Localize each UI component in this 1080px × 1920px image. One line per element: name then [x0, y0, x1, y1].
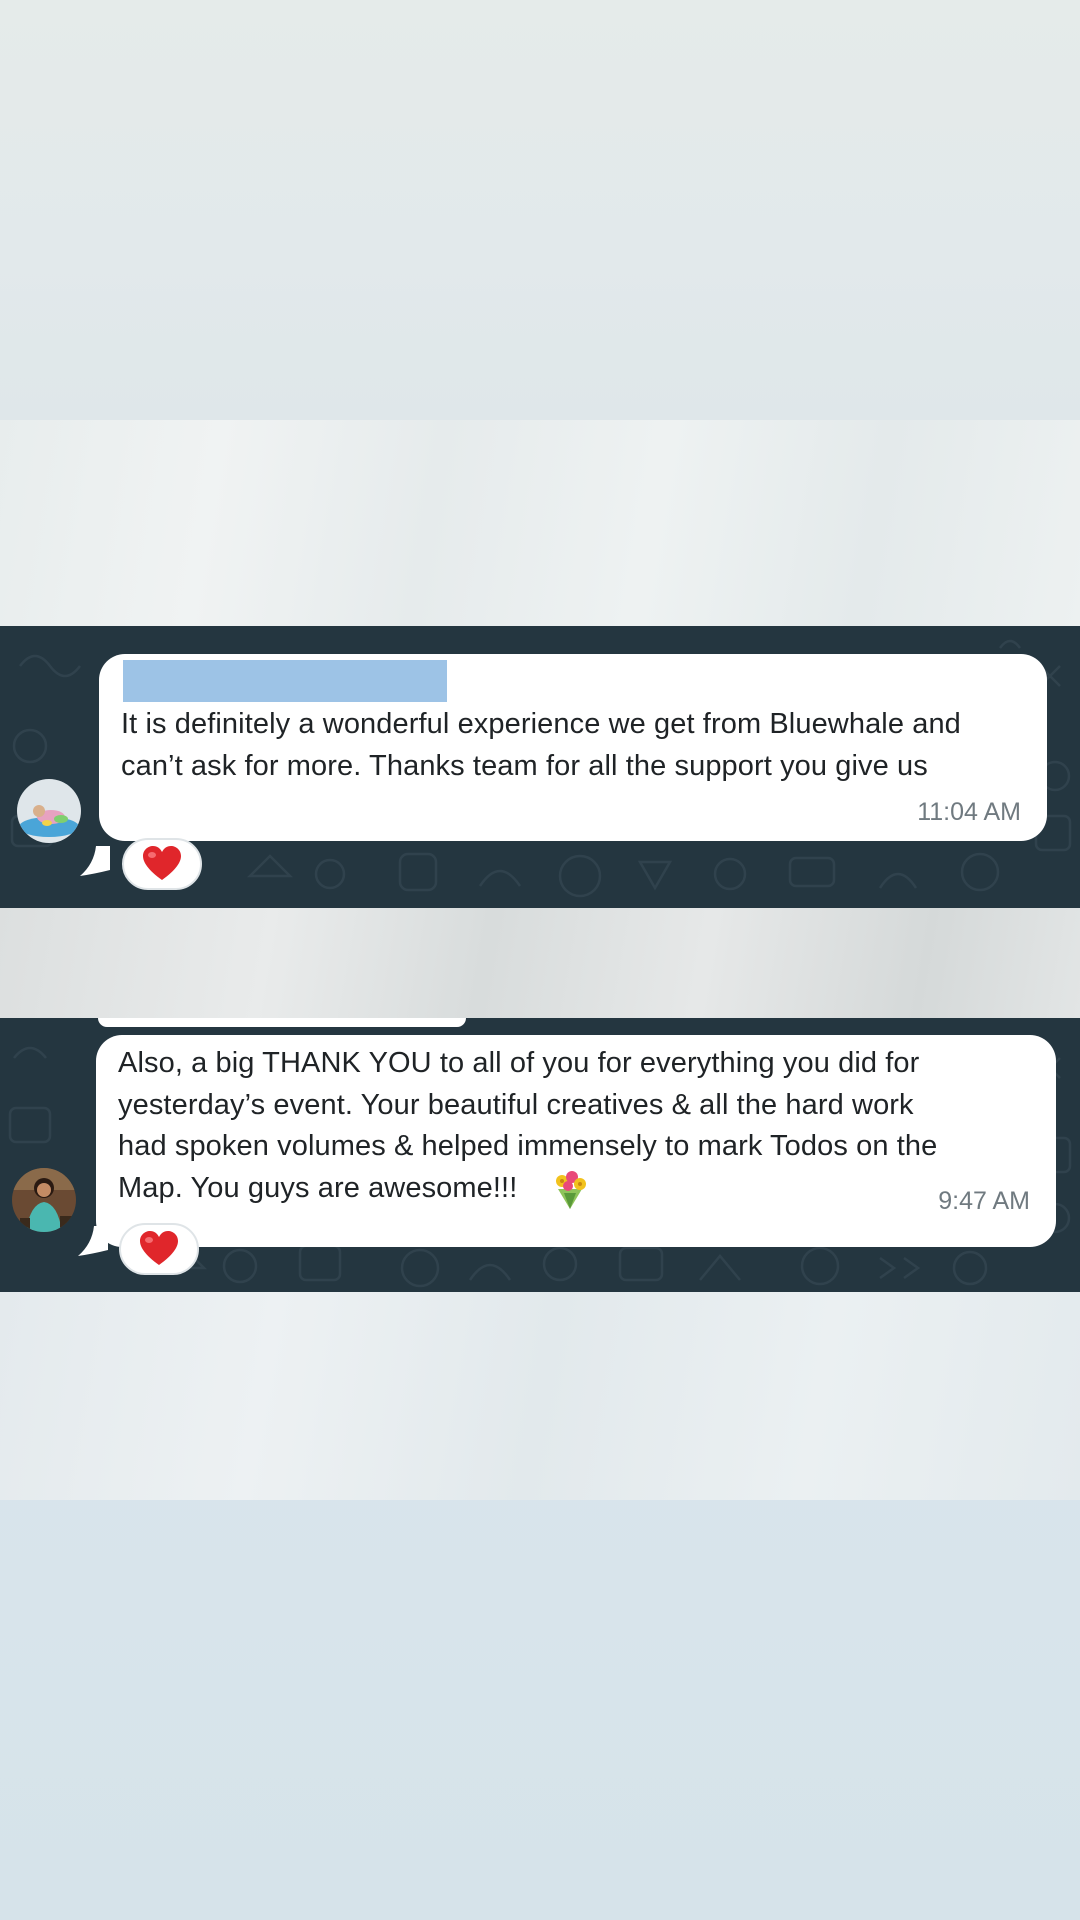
bouquet-icon — [556, 1171, 586, 1209]
bubble-tail — [80, 846, 110, 876]
heart-icon — [143, 846, 181, 880]
redacted-sender-name — [123, 660, 447, 702]
reaction-badge[interactable] — [122, 838, 202, 890]
message-timestamp: 9:47 AM — [938, 1187, 1030, 1215]
message-text: It is definitely a wonderful experience … — [121, 708, 961, 782]
heart-icon — [140, 1231, 178, 1265]
sender-avatar[interactable] — [12, 1168, 76, 1232]
background-paper-band — [0, 908, 1080, 1018]
background-paper-band — [0, 1292, 1080, 1500]
reaction-badge[interactable] — [119, 1223, 199, 1275]
background-top — [0, 0, 1080, 420]
sender-avatar[interactable] — [17, 779, 81, 843]
chat-screenshot-1: It is definitely a wonderful experience … — [0, 626, 1080, 908]
message-bubble[interactable]: It is definitely a wonderful experience … — [99, 654, 1047, 841]
chat-screenshot-2: Also, a big THANK YOU to all of you for … — [0, 1018, 1080, 1292]
background-paper-band — [0, 420, 1080, 626]
previous-message-bubble-edge — [98, 1018, 466, 1027]
message-timestamp: 11:04 AM — [917, 798, 1021, 826]
message-bubble[interactable]: Also, a big THANK YOU to all of you for … — [96, 1035, 1056, 1247]
